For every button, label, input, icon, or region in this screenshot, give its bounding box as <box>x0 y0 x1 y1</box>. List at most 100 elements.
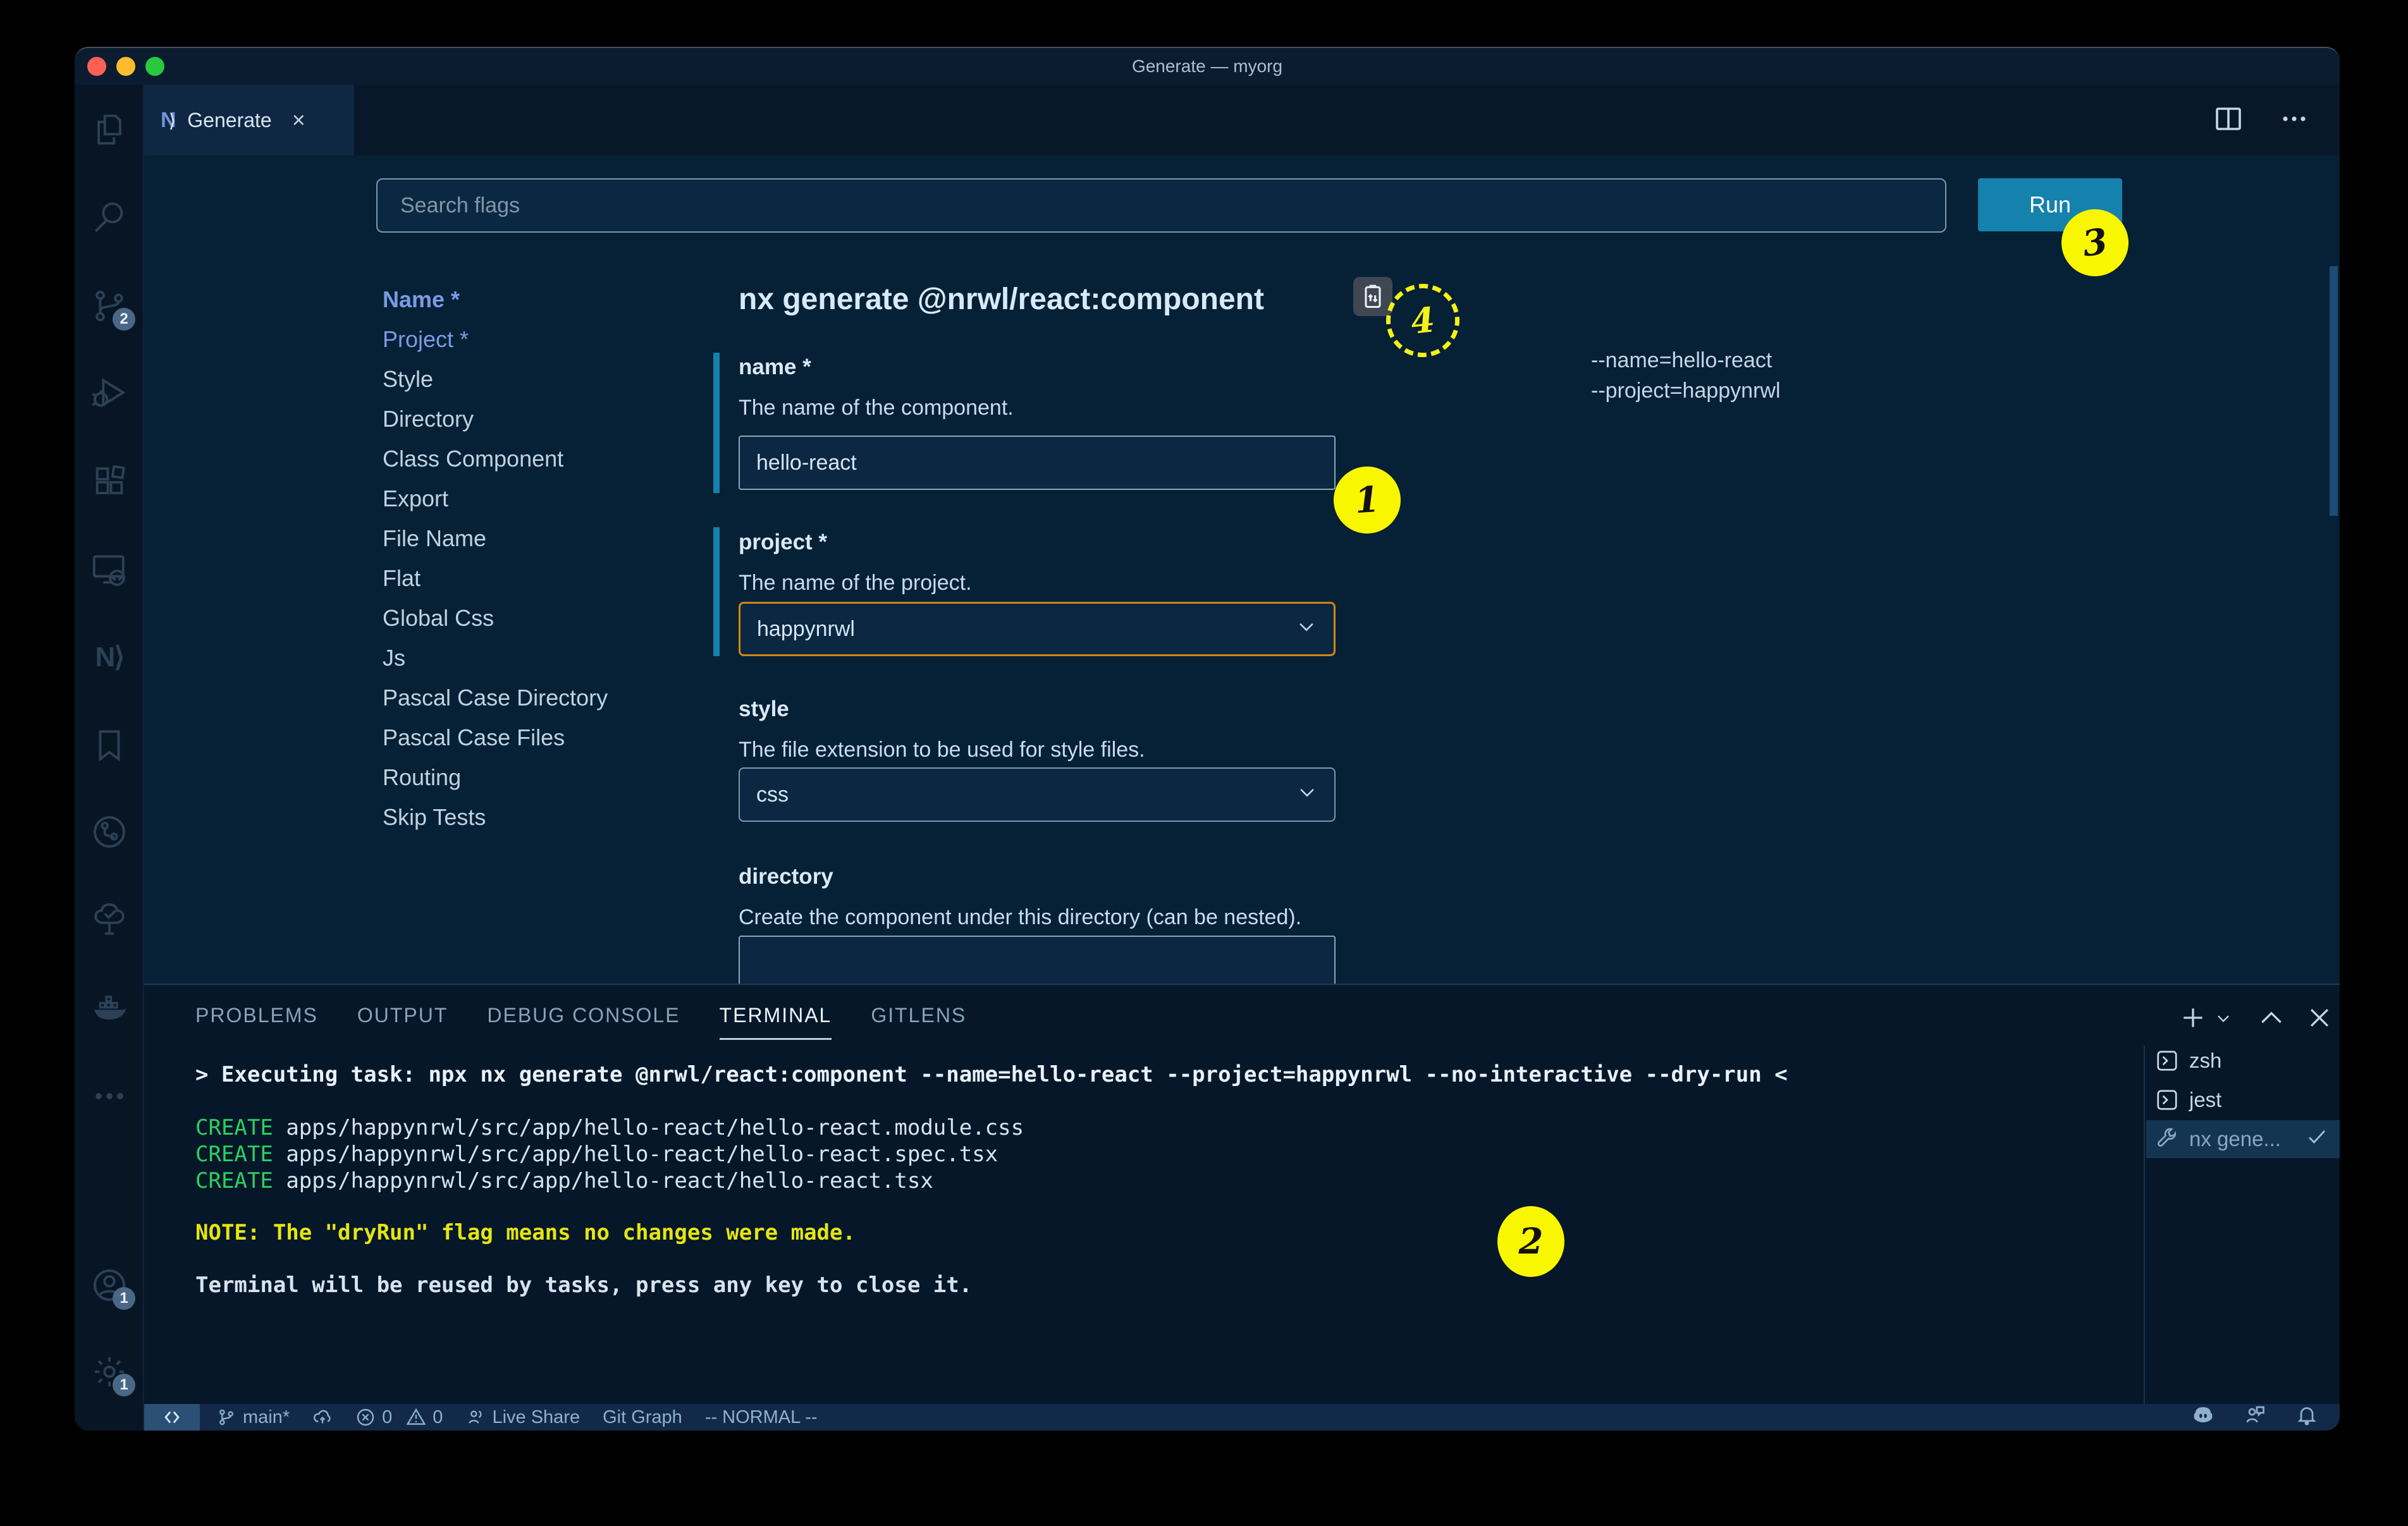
nav-item-class-component[interactable]: Class Component <box>383 439 608 479</box>
annotation-2: 2 <box>1497 1206 1564 1277</box>
nav-item-style[interactable]: Style <box>383 359 608 399</box>
panel-tab-debug-console[interactable]: DEBUG CONSOLE <box>487 995 680 1036</box>
nav-item-project[interactable]: Project * <box>383 319 608 359</box>
branch-name: main* <box>243 1407 290 1428</box>
terminal-create-line: CREATE apps/happynrwl/src/app/hello-reac… <box>195 1115 1024 1140</box>
terminal-prompt-icon <box>2155 1088 2179 1112</box>
testing-tree-icon[interactable] <box>91 901 128 938</box>
chevron-down-icon <box>1296 616 1317 643</box>
nav-item-name[interactable]: Name * <box>383 279 608 319</box>
source-control-icon[interactable]: 2 <box>91 288 128 324</box>
annotation-4: 4 <box>1382 280 1463 360</box>
copilot-icon[interactable] <box>2192 1403 2214 1431</box>
bookmarks-icon[interactable] <box>91 727 128 764</box>
problems-item[interactable]: 0 0 <box>355 1407 443 1428</box>
nx-tab-icon: N⟩ <box>161 108 176 133</box>
project-select[interactable]: happynrwl <box>739 602 1336 656</box>
terminal-reuse-line: Terminal will be reused by tasks, press … <box>195 1273 972 1298</box>
style-label: style <box>739 697 789 722</box>
style-select[interactable]: css <box>739 767 1336 822</box>
panel-tab-terminal[interactable]: TERMINAL <box>720 995 832 1036</box>
cloud-upload-icon <box>312 1407 333 1427</box>
explorer-icon[interactable] <box>91 111 128 148</box>
sync-changes-item[interactable] <box>312 1407 333 1427</box>
terminal-session-zsh[interactable]: zsh <box>2146 1043 2340 1078</box>
search-icon[interactable] <box>91 199 128 236</box>
nav-item-pascal-case-directory[interactable]: Pascal Case Directory <box>383 678 608 717</box>
tab-label: Generate <box>187 109 271 132</box>
nav-item-skip-tests[interactable]: Skip Tests <box>383 797 608 837</box>
style-select-value: css <box>756 783 789 807</box>
terminal-exec-line: > Executing task: npx nx generate @nrwl/… <box>195 1062 1788 1087</box>
run-debug-icon[interactable] <box>91 374 128 411</box>
error-icon <box>355 1407 376 1427</box>
more-views-icon[interactable] <box>91 1078 128 1114</box>
chevron-down-icon <box>1296 781 1318 809</box>
name-input[interactable] <box>739 436 1336 490</box>
nav-item-directory[interactable]: Directory <box>383 399 608 439</box>
more-actions-icon[interactable] <box>2279 104 2309 137</box>
check-icon <box>2306 1125 2328 1153</box>
title-bar: Generate — myorg <box>75 48 2340 85</box>
flags-preview: --name=hello-react --project=happynrwl <box>1591 345 1781 406</box>
wrench-icon <box>2155 1127 2179 1151</box>
panel-actions <box>2179 1004 2333 1035</box>
tab-generate[interactable]: N⟩ Generate × <box>144 85 354 156</box>
close-panel-icon[interactable] <box>2306 1004 2333 1035</box>
nav-item-routing[interactable]: Routing <box>383 757 608 797</box>
panel-tab-output[interactable]: OUTPUT <box>357 995 448 1036</box>
flag-project: --project=happynrwl <box>1591 375 1781 406</box>
terminal-session-jest[interactable]: jest <box>2146 1082 2340 1118</box>
notifications-bell-icon[interactable] <box>2295 1403 2318 1431</box>
project-select-value: happynrwl <box>757 617 855 642</box>
docker-icon[interactable] <box>91 990 128 1027</box>
vim-mode-item: -- NORMAL -- <box>705 1407 818 1428</box>
style-description: The file extension to be used for style … <box>739 738 1145 762</box>
live-share-icon <box>465 1407 486 1427</box>
terminal-session-nx-generate[interactable]: nx gene... <box>2146 1120 2340 1158</box>
extensions-icon[interactable] <box>91 464 128 501</box>
git-branch-item[interactable]: main* <box>216 1407 290 1428</box>
terminal-create-line: CREATE apps/happynrwl/src/app/hello-reac… <box>195 1142 998 1167</box>
settings-badge: 1 <box>113 1374 135 1396</box>
git-graph-icon[interactable] <box>91 814 128 850</box>
editor-scrollbar[interactable] <box>2330 266 2338 516</box>
directory-input[interactable] <box>739 936 1336 984</box>
project-label: project * <box>739 530 827 555</box>
nav-item-flat[interactable]: Flat <box>383 558 608 598</box>
directory-label: directory <box>739 864 833 889</box>
remote-indicator[interactable] <box>144 1404 200 1431</box>
nav-item-js[interactable]: Js <box>383 638 608 678</box>
nav-item-pascal-case-files[interactable]: Pascal Case Files <box>383 717 608 757</box>
copy-command-button[interactable] <box>1353 277 1392 316</box>
panel-tab-gitlens[interactable]: GITLENS <box>871 995 966 1036</box>
accounts-icon[interactable]: 1 <box>91 1267 128 1303</box>
live-share-item[interactable]: Live Share <box>465 1407 580 1428</box>
nx-console-icon[interactable]: N⟩ <box>91 638 128 675</box>
feedback-icon[interactable] <box>2244 1403 2266 1431</box>
nav-item-export[interactable]: Export <box>383 479 608 518</box>
scm-badge: 2 <box>113 308 135 331</box>
settings-gear-icon[interactable]: 1 <box>91 1353 128 1390</box>
vim-mode-label: -- NORMAL -- <box>705 1407 818 1428</box>
nav-item-file-name[interactable]: File Name <box>383 518 608 558</box>
generate-form-editor: Run Name * Project * Style Directory Cla… <box>144 156 2340 984</box>
git-branch-icon <box>216 1407 236 1427</box>
split-editor-icon[interactable] <box>2213 104 2244 137</box>
git-graph-item[interactable]: Git Graph <box>603 1407 682 1428</box>
tab-close-icon[interactable]: × <box>292 107 305 133</box>
accounts-badge: 1 <box>113 1287 135 1310</box>
search-flags-input[interactable] <box>376 178 1946 233</box>
name-label: name * <box>739 355 811 380</box>
nav-item-global-css[interactable]: Global Css <box>383 598 608 638</box>
terminal-dropdown-icon[interactable] <box>2213 1008 2233 1031</box>
annotation-1: 1 <box>1331 464 1403 535</box>
flag-name: --name=hello-react <box>1591 345 1781 375</box>
terminal-sidebar-divider <box>2144 1046 2145 1404</box>
maximize-panel-icon[interactable] <box>2258 1004 2285 1035</box>
name-accent-bar <box>713 353 720 493</box>
remote-explorer-icon[interactable] <box>91 552 128 589</box>
warning-icon <box>406 1407 426 1427</box>
git-graph-label: Git Graph <box>603 1407 682 1428</box>
new-terminal-icon[interactable] <box>2179 1004 2207 1035</box>
